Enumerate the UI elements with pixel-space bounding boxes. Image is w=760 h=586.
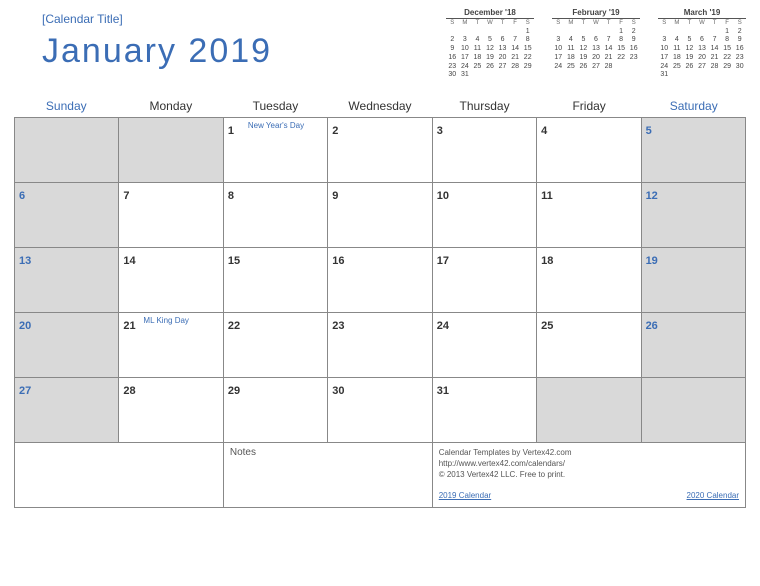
day-cell: 1 New Year's Day — [224, 118, 328, 183]
dow-row: SundayMondayTuesdayWednesdayThursdayFrid… — [14, 96, 746, 118]
mini-calendars: December '18SMTWTFS123456789101112131415… — [446, 8, 746, 80]
link-2020[interactable]: 2020 Calendar — [687, 491, 739, 500]
mini-cal-title: February '19 — [552, 8, 640, 19]
day-cell: 27 — [15, 378, 119, 443]
day-cell: 20 — [15, 313, 119, 378]
day-number: 18 — [541, 255, 553, 267]
day-number: 31 — [437, 385, 449, 397]
dow-label: Sunday — [14, 96, 119, 117]
day-cell: 24 — [433, 313, 537, 378]
mini-cal-title: December '18 — [446, 8, 534, 19]
day-number: 4 — [541, 125, 547, 137]
day-cell: 3 — [433, 118, 537, 183]
day-cell: 16 — [328, 248, 432, 313]
day-cell — [119, 118, 223, 183]
day-cell — [642, 378, 746, 443]
mini-calendar: March '19SMTWTFS123456789101112131415161… — [658, 8, 746, 80]
day-number: 6 — [19, 190, 25, 202]
mini-cal-title: March '19 — [658, 8, 746, 19]
day-cell: 26 — [642, 313, 746, 378]
day-cell: 30 — [328, 378, 432, 443]
dow-label: Wednesday — [328, 96, 433, 117]
day-number: 13 — [19, 255, 31, 267]
mini-calendar: February '19SMTWTFS123456789101112131415… — [552, 8, 640, 80]
bottom-row: Notes Calendar Templates by Vertex42.com… — [14, 443, 746, 508]
day-number: 23 — [332, 320, 344, 332]
day-number: 9 — [332, 190, 338, 202]
day-cell: 21 ML King Day — [119, 313, 223, 378]
dow-label: Friday — [537, 96, 642, 117]
day-number: 12 — [646, 190, 658, 202]
day-cell — [15, 118, 119, 183]
day-number: 21 — [123, 320, 135, 332]
day-number: 7 — [123, 190, 129, 202]
day-number: 24 — [437, 320, 449, 332]
dow-label: Tuesday — [223, 96, 328, 117]
day-number: 30 — [332, 385, 344, 397]
day-cell: 15 — [224, 248, 328, 313]
event-label: ML King Day — [143, 316, 189, 325]
dow-label: Thursday — [432, 96, 537, 117]
day-cell: 25 — [537, 313, 641, 378]
day-number: 20 — [19, 320, 31, 332]
day-cell: 17 — [433, 248, 537, 313]
day-number: 17 — [437, 255, 449, 267]
day-number: 11 — [541, 190, 553, 202]
day-cell: 18 — [537, 248, 641, 313]
day-cell — [537, 378, 641, 443]
day-number: 29 — [228, 385, 240, 397]
day-number: 25 — [541, 320, 553, 332]
day-number: 8 — [228, 190, 234, 202]
day-number: 19 — [646, 255, 658, 267]
day-number: 2 — [332, 125, 338, 137]
day-cell: 13 — [15, 248, 119, 313]
mini-calendar: December '18SMTWTFS123456789101112131415… — [446, 8, 534, 80]
day-cell: 14 — [119, 248, 223, 313]
day-cell: 6 — [15, 183, 119, 248]
day-number: 26 — [646, 320, 658, 332]
day-cell: 2 — [328, 118, 432, 183]
notes-label: Notes — [230, 447, 256, 458]
day-number: 16 — [332, 255, 344, 267]
day-cell: 12 — [642, 183, 746, 248]
credit-line: © 2013 Vertex42 LLC. Free to print. — [439, 469, 739, 480]
credit-line: Calendar Templates by Vertex42.com — [439, 447, 739, 458]
link-2019[interactable]: 2019 Calendar — [439, 491, 491, 500]
day-cell: 29 — [224, 378, 328, 443]
credit-line: http://www.vertex42.com/calendars/ — [439, 458, 739, 469]
day-cell: 19 — [642, 248, 746, 313]
day-number: 22 — [228, 320, 240, 332]
blank-cell — [15, 443, 224, 508]
day-number: 3 — [437, 125, 443, 137]
day-number: 15 — [228, 255, 240, 267]
day-cell: 4 — [537, 118, 641, 183]
event-label: New Year's Day — [248, 121, 304, 130]
day-cell: 9 — [328, 183, 432, 248]
day-number: 27 — [19, 385, 31, 397]
dow-label: Monday — [119, 96, 224, 117]
day-cell: 31 — [433, 378, 537, 443]
header: [Calendar Title] January 2019 December '… — [14, 8, 746, 96]
calendar-grid: 1New Year's Day2345678910111213141516171… — [14, 118, 746, 443]
day-number: 10 — [437, 190, 449, 202]
credits-cell: Calendar Templates by Vertex42.com http:… — [433, 443, 746, 508]
day-cell: 11 — [537, 183, 641, 248]
day-number: 14 — [123, 255, 135, 267]
day-cell: 10 — [433, 183, 537, 248]
day-cell: 5 — [642, 118, 746, 183]
day-cell: 22 — [224, 313, 328, 378]
notes-cell: Notes — [224, 443, 433, 508]
day-number: 5 — [646, 125, 652, 137]
day-cell: 7 — [119, 183, 223, 248]
day-cell: 23 — [328, 313, 432, 378]
day-cell: 28 — [119, 378, 223, 443]
day-number: 28 — [123, 385, 135, 397]
dow-label: Saturday — [641, 96, 746, 117]
day-number: 1 — [228, 125, 234, 137]
day-cell: 8 — [224, 183, 328, 248]
